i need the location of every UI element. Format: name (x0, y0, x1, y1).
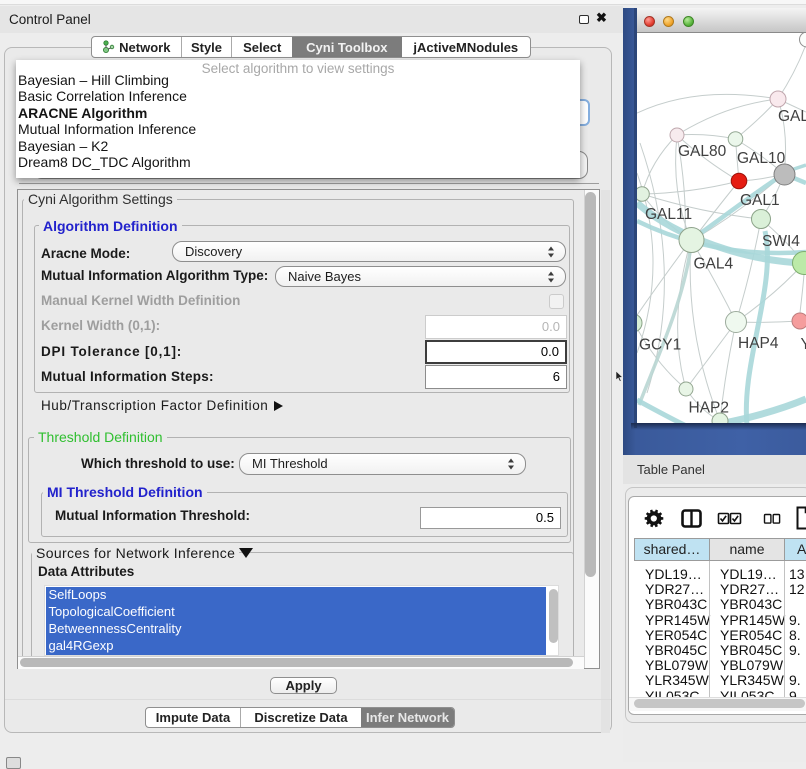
svg-text:HAP4: HAP4 (738, 335, 779, 352)
svg-text:YEL0: YEL0 (801, 336, 806, 353)
svg-text:GAL4: GAL4 (694, 256, 734, 273)
svg-text:GAL10: GAL10 (737, 150, 786, 167)
svg-text:HAP2: HAP2 (689, 400, 730, 417)
svg-text:GCY1: GCY1 (639, 337, 681, 354)
svg-text:GAL1: GAL1 (740, 192, 780, 209)
svg-text:GAL11: GAL11 (645, 206, 692, 223)
svg-text:SWI4: SWI4 (762, 233, 800, 250)
svg-text:GAL80: GAL80 (678, 143, 727, 160)
svg-text:GAL7: GAL7 (778, 108, 806, 125)
